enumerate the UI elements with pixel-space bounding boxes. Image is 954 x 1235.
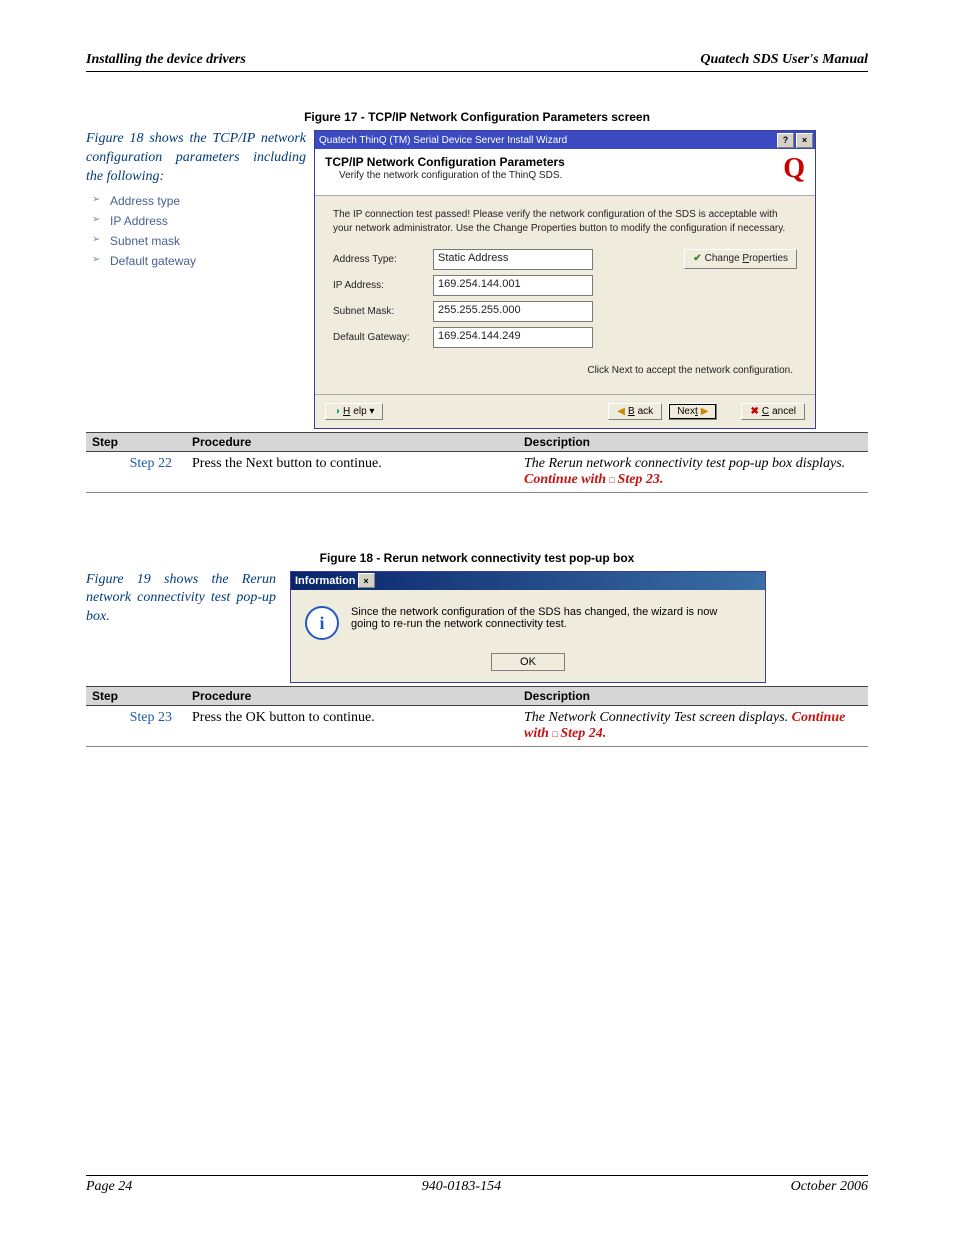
table-row: Step 22 Press the Next button to continu…	[86, 451, 868, 492]
gw-value: 169.254.144.249	[433, 327, 593, 348]
wizard-window: Quatech ThinQ (TM) Serial Device Server …	[314, 130, 816, 429]
back-arrow-icon: ◀	[617, 406, 625, 417]
wizard-footer: ◑ Help ▾ ◀ Back Next ▶ ✖ Cancel	[315, 394, 815, 428]
wizard-head: TCP/IP Network Configuration Parameters …	[315, 149, 815, 196]
info-titlebar: Information ×	[291, 572, 765, 590]
bullet-item: IP Address	[86, 211, 306, 231]
step23-desc: The Network Connectivity Test screen dis…	[524, 710, 792, 725]
wizard-title: Quatech ThinQ (TM) Serial Device Server …	[319, 135, 567, 146]
mask-value: 255.255.255.000	[433, 301, 593, 322]
gw-label: Default Gateway:	[333, 331, 433, 345]
procedure-table-1: Step Procedure Description Step 22 Press…	[86, 432, 868, 493]
footer-right: October 2006	[791, 1179, 868, 1195]
check-icon: ✔	[693, 252, 701, 266]
figure18-row: Figure 19 shows the Rerun network connec…	[86, 571, 868, 683]
change-properties-button[interactable]: ✔ Change PropertiesChange Properties	[684, 249, 797, 269]
bullet-item: Subnet mask	[86, 231, 306, 251]
header-left: Installing the device drivers	[86, 52, 246, 68]
addr-type-value: Static Address	[433, 249, 593, 270]
figure18-sidebar: Figure 19 shows the Rerun network connec…	[86, 571, 284, 628]
th-proc: Procedure	[186, 686, 518, 705]
mask-label: Subnet Mask:	[333, 305, 433, 319]
ip-value: 169.254.144.001	[433, 275, 593, 296]
cancel-button[interactable]: ✖ Cancel	[741, 403, 805, 420]
procedure-table-2: Step Procedure Description Step 23 Press…	[86, 686, 868, 747]
help-button[interactable]: ◑ Help ▾	[325, 403, 383, 420]
table-row: Step 23 Press the OK button to continue.…	[86, 705, 868, 746]
step22-continue: Continue with □ Step 23.	[524, 472, 663, 487]
ip-label: IP Address:	[333, 279, 433, 293]
close-icon[interactable]: ×	[796, 133, 813, 148]
info-icon: i	[305, 606, 339, 640]
wizard-body: The IP connection test passed! Please ve…	[315, 196, 815, 394]
info-body: i Since the network configuration of the…	[291, 590, 765, 656]
page-header: Installing the device drivers Quatech SD…	[86, 52, 868, 72]
close-icon[interactable]: ×	[358, 573, 375, 588]
bullet-item: Default gateway	[86, 251, 306, 271]
figure17-row: Figure 18 shows the TCP/IP network confi…	[86, 130, 868, 429]
next-button[interactable]: Next ▶	[668, 403, 717, 420]
wizard-hint: Click Next to accept the network configu…	[333, 364, 793, 378]
step23-procedure: Press the OK button to continue.	[186, 705, 518, 746]
footer-left: Page 24	[86, 1179, 132, 1195]
figure17-sidebar-intro: Figure 18 shows the TCP/IP network confi…	[86, 131, 306, 184]
figure17-sidebar: Figure 18 shows the TCP/IP network confi…	[86, 130, 314, 271]
th-desc: Description	[518, 686, 868, 705]
th-step: Step	[86, 686, 186, 705]
info-msg: Since the network configuration of the S…	[351, 606, 747, 640]
addr-type-label: Address Type:	[333, 253, 433, 267]
ok-button[interactable]: OK	[491, 653, 565, 671]
info-dialog: Information × i Since the network config…	[290, 571, 766, 683]
wizard-titlebar: Quatech ThinQ (TM) Serial Device Server …	[315, 131, 815, 149]
figure17-bullet-list: Address type IP Address Subnet mask Defa…	[86, 191, 306, 272]
wizard-head-title: TCP/IP Network Configuration Parameters	[325, 155, 783, 169]
next-arrow-icon: ▶	[701, 406, 709, 417]
x-icon: ✖	[750, 406, 758, 417]
step22-desc: The Rerun network connectivity test pop-…	[524, 456, 845, 471]
figure18-sidebar-intro: Figure 19 shows the Rerun network connec…	[86, 572, 276, 625]
figure18-caption: Figure 18 - Rerun network connectivity t…	[86, 551, 868, 565]
lifebuoy-icon: ◑	[334, 406, 340, 417]
wizard-head-sub: Verify the network configuration of the …	[339, 170, 783, 181]
footer-center: 940-0183-154	[422, 1179, 501, 1195]
quatech-logo-icon: Q	[783, 153, 805, 185]
th-step: Step	[86, 432, 186, 451]
step23-link[interactable]: Step 23	[130, 710, 172, 725]
wizard-msg: The IP connection test passed! Please ve…	[333, 208, 797, 235]
back-button[interactable]: ◀ Back	[608, 403, 662, 420]
step22-procedure: Press the Next button to continue.	[186, 451, 518, 492]
th-desc: Description	[518, 432, 868, 451]
figure17-caption: Figure 17 - TCP/IP Network Configuration…	[86, 110, 868, 124]
help-icon[interactable]: ?	[777, 133, 794, 148]
info-title: Information	[295, 575, 356, 587]
page: Installing the device drivers Quatech SD…	[0, 0, 954, 1235]
page-footer: Page 24 940-0183-154 October 2006	[86, 1175, 868, 1195]
bullet-item: Address type	[86, 191, 306, 211]
step22-link[interactable]: Step 22	[130, 456, 172, 471]
header-right: Quatech SDS User's Manual	[700, 52, 868, 68]
th-proc: Procedure	[186, 432, 518, 451]
